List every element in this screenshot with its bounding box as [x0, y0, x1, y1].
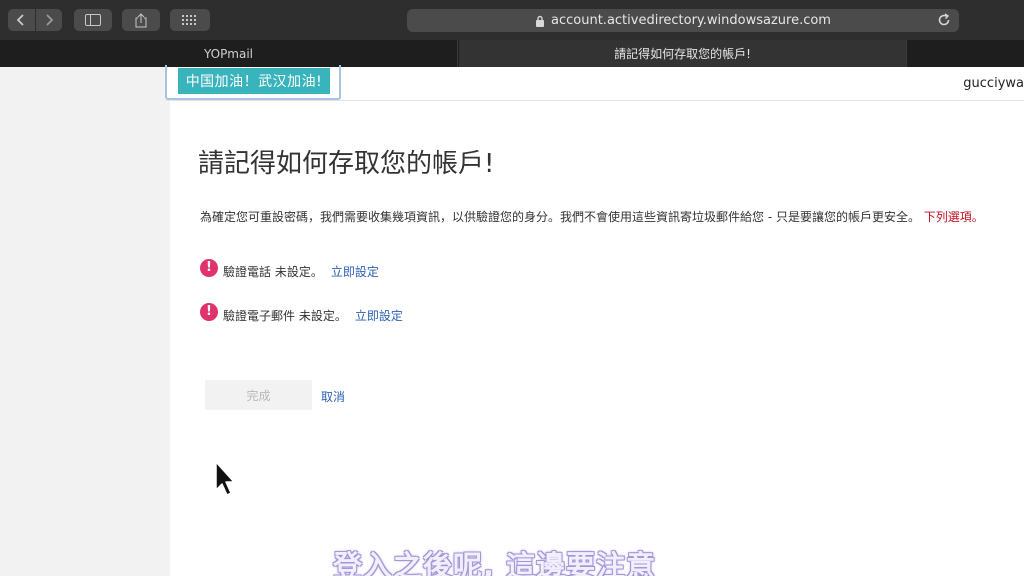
forward-button[interactable]	[36, 9, 63, 31]
share-button[interactable]	[122, 9, 160, 31]
logo-frame: 中国加油！武汉加油!	[165, 65, 341, 100]
exclamation-icon: !	[200, 258, 218, 277]
verify-phone-label: 驗證電話 未設定。	[223, 265, 323, 279]
tab-label: YOPmail	[203, 46, 254, 61]
user-name[interactable]: gucciywa	[963, 76, 1024, 91]
verify-email-label: 驗證電子郵件 未設定。	[223, 309, 347, 323]
mouse-cursor-icon	[215, 461, 235, 496]
chevron-left-icon	[16, 14, 24, 26]
browser-toolbar: account.activedirectory.windowsazure.com	[0, 0, 1024, 40]
tab-account-active[interactable]: 請記得如何存取您的帳戶!	[459, 40, 907, 67]
video-subtitle: 登入之後呢, 這邊要注意	[333, 549, 657, 576]
verify-email-item: ! 驗證電子郵件 未設定。 立即設定	[200, 302, 403, 324]
share-icon	[135, 12, 147, 27]
page-title: 請記得如何存取您的帳戶!	[198, 149, 495, 179]
lock-icon	[535, 15, 545, 27]
description-text: 為確定您可重設密碼，我們需要收集幾項資訊，以供驗證您的身分。我們不會使用這些資訊…	[200, 210, 920, 224]
page-description: 為確定您可重設密碼，我們需要收集幾項資訊，以供驗證您的身分。我們不會使用這些資訊…	[200, 209, 1024, 226]
nav-buttons	[8, 9, 62, 31]
page-header: 中国加油！武汉加油! gucciywa	[165, 65, 1024, 101]
verify-phone-item: ! 驗證電話 未設定。 立即設定	[200, 258, 379, 280]
exclamation-icon: !	[200, 302, 218, 321]
tab-label: 請記得如何存取您的帳戶!	[614, 47, 751, 61]
url-text: account.activedirectory.windowsazure.com	[551, 13, 831, 28]
tab-overview-button[interactable]	[170, 9, 210, 31]
back-button[interactable]	[8, 9, 36, 31]
setup-phone-link[interactable]: 立即設定	[331, 263, 379, 280]
description-warning: 下列選項。	[923, 210, 984, 224]
tab-bar: YOPmail 請記得如何存取您的帳戶!	[0, 40, 1024, 67]
reload-icon[interactable]	[937, 13, 951, 31]
tab-yopmail[interactable]: YOPmail	[0, 40, 458, 67]
sidebar-button[interactable]	[74, 9, 112, 31]
organization-logo: 中国加油！武汉加油!	[178, 68, 330, 94]
setup-email-link[interactable]: 立即設定	[355, 307, 403, 324]
grid-icon	[182, 15, 196, 25]
page-panel: 中国加油！武汉加油! gucciywa 請記得如何存取您的帳戶! 為確定您可重設…	[165, 65, 1024, 576]
done-button[interactable]: 完成	[205, 380, 312, 410]
sidebar-icon	[85, 14, 101, 26]
cancel-link[interactable]: 取消	[321, 388, 345, 405]
address-bar[interactable]: account.activedirectory.windowsazure.com	[407, 9, 959, 32]
web-content: 中国加油！武汉加油! gucciywa 請記得如何存取您的帳戶! 為確定您可重設…	[0, 65, 1024, 576]
chevron-right-icon	[46, 14, 54, 26]
